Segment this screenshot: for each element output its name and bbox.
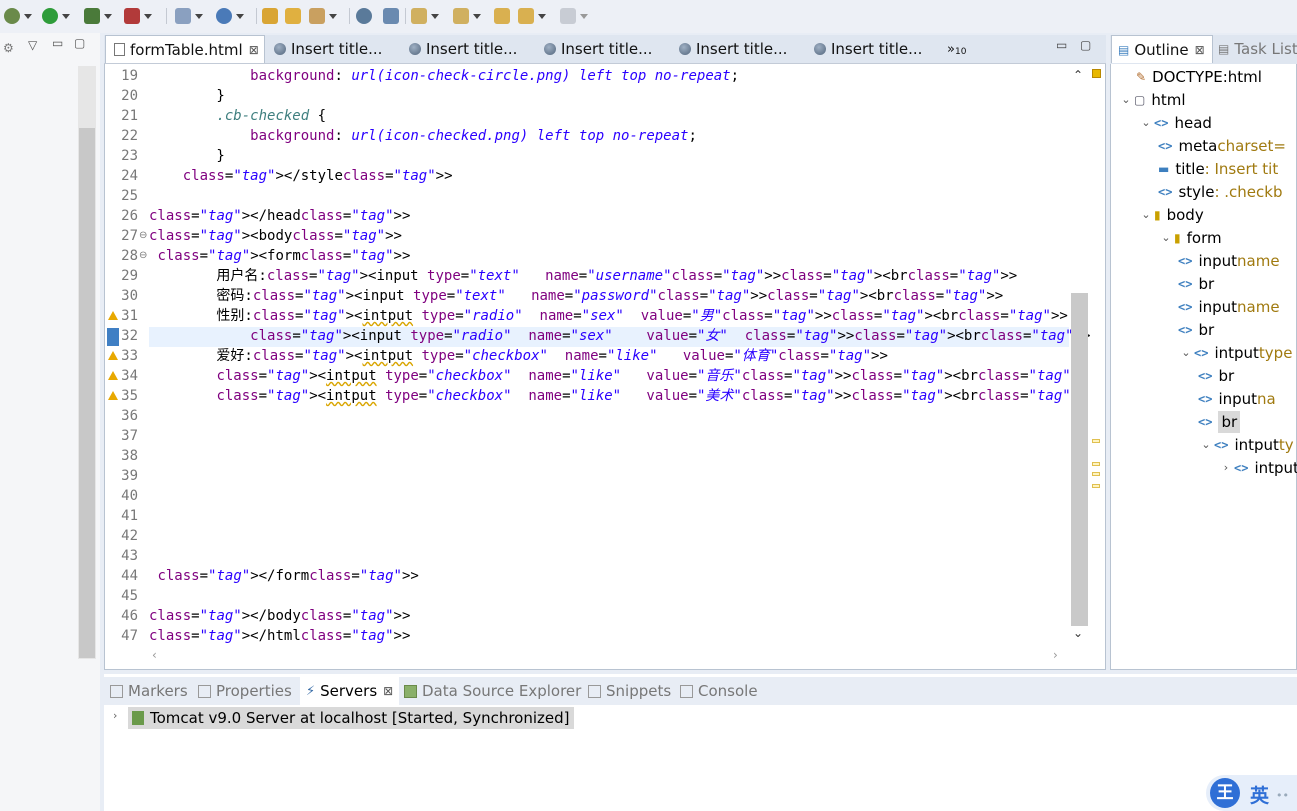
markers-icon xyxy=(110,684,123,698)
tab-label: Markers xyxy=(128,682,188,700)
tag-icon: <> xyxy=(1178,300,1193,314)
outline-tree: ✎ DOCTYPE:html ⌄ ▢ html ⌄ <> head <> meta charset… xyxy=(0,0,1297,670)
outline-node-label: br xyxy=(1198,321,1215,339)
outline-node-style[interactable]: <> style : .checkb xyxy=(1158,181,1282,203)
outline-node-detail: name xyxy=(1237,252,1280,270)
tab-properties[interactable]: Properties xyxy=(198,677,292,705)
tab-data-source-explorer[interactable]: Data Source Explorer xyxy=(404,677,581,705)
outline-node-detail: charset= xyxy=(1217,137,1286,155)
outline-node-label: input xyxy=(1198,298,1238,316)
outline-node-doctypehtml[interactable]: ✎ DOCTYPE:html xyxy=(1136,66,1262,88)
outline-node-label: style xyxy=(1178,183,1215,201)
outline-node-detail: ty xyxy=(1278,436,1294,454)
tree-toggle-icon[interactable]: › xyxy=(1218,457,1234,479)
outline-node-label: br xyxy=(1218,411,1241,433)
tab-label: Properties xyxy=(216,682,292,700)
tag-icon: <> xyxy=(1178,323,1193,337)
doctype-icon: ✎ xyxy=(1136,70,1147,84)
tag-icon: <> xyxy=(1178,277,1193,291)
outline-node-input[interactable]: <> input na xyxy=(1198,388,1276,410)
outline-node-label: body xyxy=(1166,206,1204,224)
properties-icon xyxy=(198,684,211,698)
console-icon xyxy=(680,684,693,698)
outline-node-input[interactable]: <> input name xyxy=(1178,296,1280,318)
server-entry[interactable]: Tomcat v9.0 Server at localhost [Started… xyxy=(128,707,574,729)
outline-node-intput[interactable]: ⌄ <> intput ty xyxy=(1198,434,1294,456)
outline-node-detail: na xyxy=(1257,390,1276,408)
outline-node-label: DOCTYPE:html xyxy=(1152,68,1262,86)
snippets-icon xyxy=(588,684,601,698)
tag-icon: <> xyxy=(1154,116,1169,130)
outline-node-label: intput xyxy=(1254,459,1297,477)
outline-node-label: intput xyxy=(1234,436,1279,454)
server-label: Tomcat v9.0 Server at localhost [Started… xyxy=(150,709,570,727)
outline-node-br[interactable]: <> br xyxy=(1178,273,1214,295)
outline-node-br[interactable]: <> br xyxy=(1178,319,1214,341)
outline-node-label: br xyxy=(1218,367,1235,385)
tag-icon: <> xyxy=(1178,254,1193,268)
tree-toggle-icon[interactable]: ⌄ xyxy=(1158,227,1174,249)
tag-icon: <> xyxy=(1158,139,1173,153)
outline-node-body[interactable]: ⌄ ▮ body xyxy=(1138,204,1204,226)
ime-language[interactable]: 英 xyxy=(1250,781,1269,808)
outline-node-label: form xyxy=(1186,229,1222,247)
outline-node-label: title xyxy=(1175,160,1205,178)
tag-icon: <> xyxy=(1158,185,1173,199)
outline-node-label: html xyxy=(1151,91,1186,109)
tree-toggle-icon[interactable]: ⌄ xyxy=(1198,434,1214,456)
tab-label: Servers xyxy=(320,682,378,700)
tag-icon: <> xyxy=(1198,369,1213,383)
outline-node-detail: type xyxy=(1258,344,1293,362)
tab-label: Console xyxy=(698,682,758,700)
tab-label: Data Source Explorer xyxy=(422,682,582,700)
outline-node-intput[interactable]: ⌄ <> intput type xyxy=(1178,342,1292,364)
tab-servers[interactable]: ⚡ Servers ⊠ xyxy=(300,677,400,705)
outline-node-head[interactable]: ⌄ <> head xyxy=(1138,112,1212,134)
tomcat-server-icon xyxy=(132,711,144,725)
close-icon[interactable]: ⊠ xyxy=(383,684,393,698)
tree-toggle-icon[interactable]: ⌄ xyxy=(1138,112,1154,134)
outline-node-form[interactable]: ⌄ ▮ form xyxy=(1158,227,1222,249)
tab-console[interactable]: Console xyxy=(680,677,758,705)
outline-node-br[interactable]: <> br xyxy=(1198,411,1241,433)
outline-node-detail: : Insert tit xyxy=(1204,160,1279,178)
outline-node-title[interactable]: ▬ title : Insert tit xyxy=(1158,158,1278,180)
outline-node-label: input xyxy=(1198,252,1238,270)
tree-toggle-icon[interactable]: ⌄ xyxy=(1178,342,1194,364)
expand-chevron-icon[interactable]: › xyxy=(113,709,117,722)
outline-node-label: head xyxy=(1174,114,1212,132)
tag-icon: <> xyxy=(1214,438,1229,452)
outline-node-label: meta xyxy=(1178,137,1218,155)
tab-snippets[interactable]: Snippets xyxy=(588,677,671,705)
ime-more-icon[interactable]: •• xyxy=(1276,789,1289,802)
tree-toggle-icon[interactable]: ⌄ xyxy=(1118,89,1134,111)
tab-markers[interactable]: Markers xyxy=(110,677,188,705)
outline-node-detail: name xyxy=(1237,298,1280,316)
outline-node-meta[interactable]: <> meta charset= xyxy=(1158,135,1286,157)
ime-logo: 王 xyxy=(1210,778,1240,808)
outline-node-label: br xyxy=(1198,275,1215,293)
tag-icon: <> xyxy=(1194,346,1209,360)
servers-icon: ⚡ xyxy=(306,683,316,699)
title-icon: ▬ xyxy=(1158,162,1170,176)
bottom-tabbar: Markers Properties ⚡ Servers ⊠ Data Source… xyxy=(104,677,1297,705)
ime-toolbar[interactable]: 王 英 •• xyxy=(1206,775,1297,811)
form-icon: ▮ xyxy=(1174,231,1181,245)
tag-icon: <> xyxy=(1234,461,1249,475)
body-icon: ▮ xyxy=(1154,208,1161,222)
outline-node-br[interactable]: <> br xyxy=(1198,365,1234,387)
outline-node-detail: : .checkb xyxy=(1214,183,1283,201)
html-page-icon: ▢ xyxy=(1134,93,1146,107)
tab-label: Snippets xyxy=(606,682,672,700)
outline-node-label: input xyxy=(1218,390,1258,408)
data-source-icon xyxy=(404,684,417,698)
outline-node-label: intput xyxy=(1214,344,1259,362)
tag-icon: <> xyxy=(1198,415,1213,429)
tree-toggle-icon[interactable]: ⌄ xyxy=(1138,204,1154,226)
tag-icon: <> xyxy=(1198,392,1213,406)
outline-node-input[interactable]: <> input name xyxy=(1178,250,1280,272)
outline-node-html[interactable]: ⌄ ▢ html xyxy=(1118,89,1186,111)
outline-node-intput[interactable]: › <> intput xyxy=(1218,457,1297,479)
